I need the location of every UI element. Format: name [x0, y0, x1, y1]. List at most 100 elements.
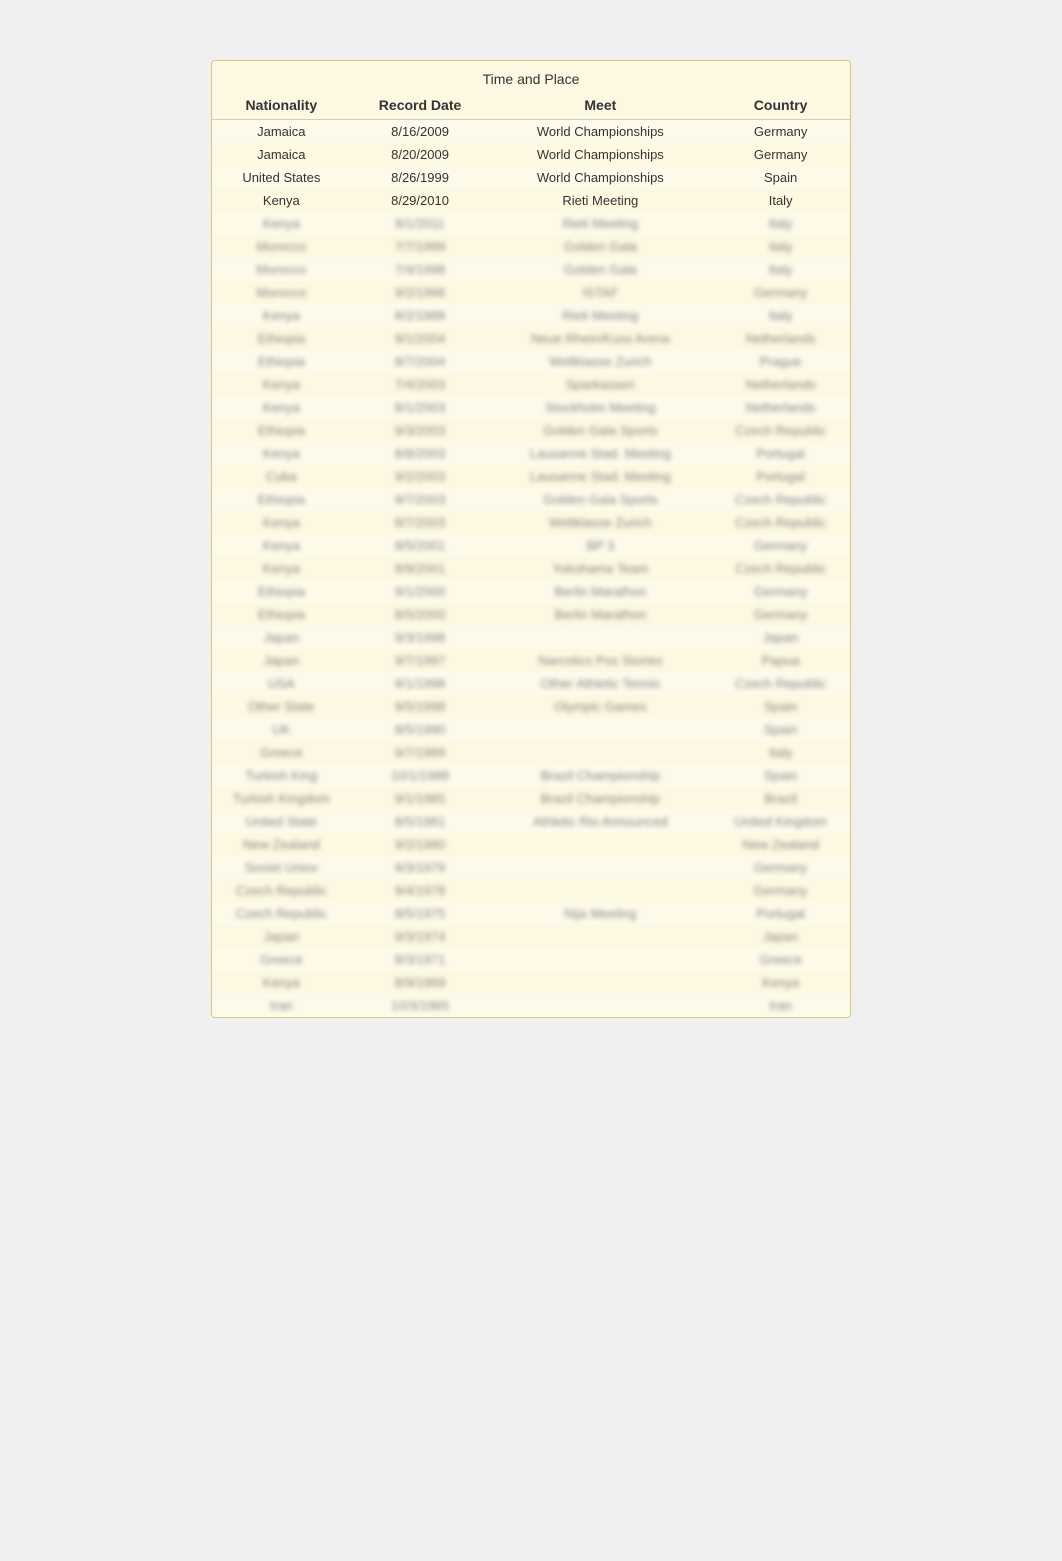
country-cell: Portugal	[711, 904, 850, 923]
date-cell: 10/1/1988	[351, 766, 490, 785]
table-body: Jamaica8/16/2009World ChampionshipsGerma…	[212, 120, 850, 1017]
country-cell: Italy	[711, 743, 850, 762]
table-row: Ethiopia9/1/2000Berlin MarathonGermany	[212, 580, 850, 603]
country-cell: Netherlands	[711, 398, 850, 417]
meet-cell: BP 3	[489, 536, 711, 555]
country-cell: Portugal	[711, 467, 850, 486]
meet-cell: Golden Gala	[489, 237, 711, 256]
table-row: Kenya8/29/2010Rieti MeetingItaly	[212, 189, 850, 212]
date-cell: 9/7/1989	[351, 743, 490, 762]
table-row: Jamaica8/20/2009World ChampionshipsGerma…	[212, 143, 850, 166]
nationality-cell: United States	[212, 168, 351, 187]
table-row: Greece8/3/1971Greece	[212, 948, 850, 971]
meet-cell: Narcotics Pos Stories	[489, 651, 711, 670]
meet-cell: World Championships	[489, 168, 711, 187]
meet-cell: Rieti Meeting	[489, 306, 711, 325]
date-cell: 7/7/1999	[351, 237, 490, 256]
country-cell: Czech Republic	[711, 421, 850, 440]
country-header: Country	[711, 95, 850, 115]
table-row: Ethiopia9/3/2003Golden Gala SportsCzech …	[212, 419, 850, 442]
date-cell: 8/1/2011	[351, 214, 490, 233]
meet-cell: Golden Gala	[489, 260, 711, 279]
table-row: Other State9/5/1998Olympic GamesSpain	[212, 695, 850, 718]
nationality-cell: Ethiopia	[212, 329, 351, 348]
country-cell: Italy	[711, 214, 850, 233]
date-cell: 9/1/2004	[351, 329, 490, 348]
table-row: Japan9/3/1998Japan	[212, 626, 850, 649]
table-row: Ethiopia9/1/2004Neue Rhein/Kuss ArenaNet…	[212, 327, 850, 350]
table-row: New Zealand9/2/1980New Zealand	[212, 833, 850, 856]
nationality-cell: UK	[212, 720, 351, 739]
date-cell: 8/16/2009	[351, 122, 490, 141]
date-cell: 8/5/1981	[351, 812, 490, 831]
meet-cell	[489, 973, 711, 992]
meet-cell	[489, 835, 711, 854]
country-cell: Japan	[711, 927, 850, 946]
table-row: Ethiopia8/7/2004Weltklasse ZurichPrague	[212, 350, 850, 373]
date-cell: 8/5/1975	[351, 904, 490, 923]
date-cell: 8/26/1999	[351, 168, 490, 187]
nationality-cell: Czech Republic	[212, 881, 351, 900]
country-cell: Netherlands	[711, 375, 850, 394]
meet-cell	[489, 858, 711, 877]
date-cell: 10/3/1965	[351, 996, 490, 1015]
table-row: Ethiopia8/5/2000Berlin MarathonGermany	[212, 603, 850, 626]
meet-cell: Weltklasse Zurich	[489, 352, 711, 371]
nationality-cell: Cuba	[212, 467, 351, 486]
nationality-cell: Ethiopia	[212, 352, 351, 371]
table-row: Kenya7/4/2003SparkassenNetherlands	[212, 373, 850, 396]
country-cell: Papua	[711, 651, 850, 670]
table-row: Morocco7/7/1999Golden GalaItaly	[212, 235, 850, 258]
date-cell: 8/5/2001	[351, 536, 490, 555]
country-cell: Brazil	[711, 789, 850, 808]
country-cell: Germany	[711, 145, 850, 164]
nationality-cell: Czech Republic	[212, 904, 351, 923]
table-row: Turkish Kingdom9/1/1985Brazil Championsh…	[212, 787, 850, 810]
date-cell: 7/4/2003	[351, 375, 490, 394]
meet-cell: Neue Rhein/Kuss Arena	[489, 329, 711, 348]
nationality-cell: Kenya	[212, 214, 351, 233]
date-cell: 9/1/1985	[351, 789, 490, 808]
meet-cell: Berlin Marathon	[489, 605, 711, 624]
country-cell: Italy	[711, 191, 850, 210]
meet-cell: World Championships	[489, 122, 711, 141]
nationality-cell: Soviet Uniov	[212, 858, 351, 877]
nationality-cell: Kenya	[212, 559, 351, 578]
nationality-cell: USA	[212, 674, 351, 693]
meet-cell: Athletic Rio Announced	[489, 812, 711, 831]
date-cell: 8/9/1969	[351, 973, 490, 992]
date-cell: 7/4/1998	[351, 260, 490, 279]
country-cell: Spain	[711, 720, 850, 739]
nationality-cell: Kenya	[212, 536, 351, 555]
date-cell: 8/8/2003	[351, 444, 490, 463]
country-cell: Czech Republic	[711, 674, 850, 693]
nationality-cell: Jamaica	[212, 122, 351, 141]
nationality-cell: Turkish Kingdom	[212, 789, 351, 808]
country-cell: Czech Republic	[711, 559, 850, 578]
date-cell: 8/2/1988	[351, 306, 490, 325]
country-cell: Czech Republic	[711, 490, 850, 509]
table-row: United State8/5/1981Athletic Rio Announc…	[212, 810, 850, 833]
nationality-cell: Other State	[212, 697, 351, 716]
date-cell: 9/3/2003	[351, 421, 490, 440]
nationality-cell: Morocco	[212, 237, 351, 256]
country-cell: United Kingdom	[711, 812, 850, 831]
country-cell: Germany	[711, 605, 850, 624]
meet-cell: Sparkassen	[489, 375, 711, 394]
meet-cell: Rieti Meeting	[489, 214, 711, 233]
nationality-cell: Kenya	[212, 375, 351, 394]
table-row: Kenya8/7/2003Weltklasse ZurichCzech Repu…	[212, 511, 850, 534]
country-cell: Germany	[711, 536, 850, 555]
country-cell: Portugal	[711, 444, 850, 463]
meet-cell: Golden Gala Sports	[489, 421, 711, 440]
date-cell: 8/1/2003	[351, 398, 490, 417]
nationality-cell: Kenya	[212, 398, 351, 417]
country-cell: Spain	[711, 168, 850, 187]
country-cell: Germany	[711, 283, 850, 302]
meet-cell: World Championships	[489, 145, 711, 164]
country-cell: Iran	[711, 996, 850, 1015]
nationality-cell: Jamaica	[212, 145, 351, 164]
meet-cell: ISTAF	[489, 283, 711, 302]
nationality-cell: Kenya	[212, 444, 351, 463]
meet-cell	[489, 950, 711, 969]
